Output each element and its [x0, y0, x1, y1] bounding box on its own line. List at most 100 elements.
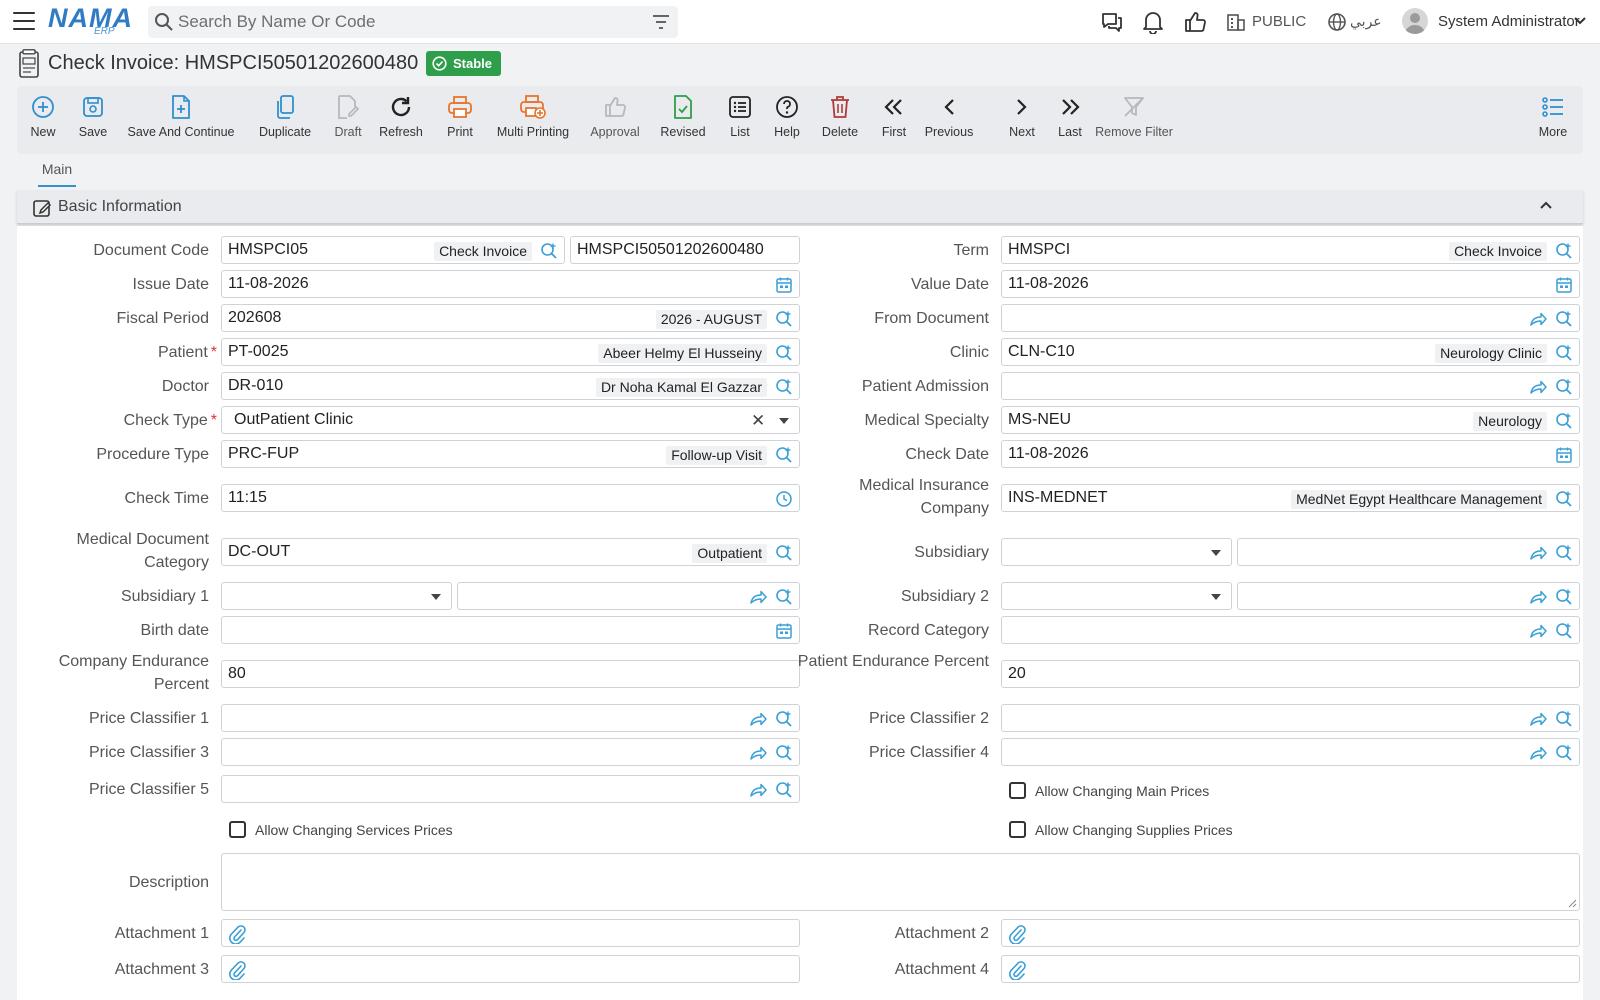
subsidiary-field[interactable] [1237, 538, 1580, 566]
procedure-type-field[interactable]: PRC-FUP Follow-up Visit [221, 440, 800, 468]
dropdown-caret-icon[interactable] [1211, 594, 1221, 600]
from-document-field[interactable] [1001, 304, 1580, 332]
basic-information-section-header[interactable]: Basic Information [17, 190, 1583, 224]
language-switch-label[interactable]: عربي [1350, 13, 1382, 30]
allow-changing-main-prices-checkbox-box[interactable] [1009, 782, 1026, 799]
share-arrow-icon[interactable] [1529, 378, 1547, 396]
search-plus-icon[interactable] [775, 781, 793, 799]
document-code-field[interactable]: HMSPCI05 Check Invoice [221, 236, 565, 264]
check-date-field[interactable]: 11-08-2026 [1001, 440, 1580, 468]
dropdown-caret-icon[interactable] [431, 594, 441, 600]
subsidiary-2-type-select[interactable] [1001, 582, 1232, 610]
price-classifier-3-field[interactable] [221, 738, 800, 766]
allow-changing-services-prices-checkbox[interactable]: Allow Changing Services Prices [229, 821, 453, 838]
dropdown-caret-icon[interactable] [1211, 550, 1221, 556]
last-record-button[interactable]: Last [1055, 92, 1085, 148]
print-button[interactable]: Print [445, 92, 475, 148]
allow-changing-supplies-prices-checkbox-box[interactable] [1009, 821, 1026, 838]
share-arrow-icon[interactable] [1529, 310, 1547, 328]
clinic-field[interactable]: CLN-C10 Neurology Clinic [1001, 338, 1580, 366]
user-menu-chevron-icon[interactable] [1573, 16, 1587, 26]
search-plus-icon[interactable] [1555, 744, 1573, 762]
search-plus-icon[interactable] [1555, 622, 1573, 640]
duplicate-button[interactable]: Duplicate [257, 92, 313, 148]
search-plus-icon[interactable] [1555, 310, 1573, 328]
search-plus-icon[interactable] [1555, 710, 1573, 728]
patient-field[interactable]: PT-0025 Abeer Helmy El Husseiny [221, 338, 800, 366]
subsidiary-1-type-select[interactable] [221, 582, 452, 610]
share-arrow-icon[interactable] [749, 710, 767, 728]
tab-main[interactable]: Main [38, 161, 76, 187]
fiscal-period-field[interactable]: 202608 2026 - AUGUST [221, 304, 800, 332]
dropdown-caret-icon[interactable] [779, 418, 789, 424]
attachment-1-field[interactable] [221, 919, 800, 947]
document-number-field[interactable]: HMSPCI50501202600480 [570, 236, 800, 264]
bell-icon[interactable] [1142, 10, 1164, 34]
search-plus-icon[interactable] [540, 242, 558, 260]
share-arrow-icon[interactable] [1529, 588, 1547, 606]
search-plus-icon[interactable] [1555, 378, 1573, 396]
share-arrow-icon[interactable] [1529, 622, 1547, 640]
help-button[interactable]: Help [773, 92, 801, 148]
allow-changing-supplies-prices-checkbox[interactable]: Allow Changing Supplies Prices [1009, 821, 1233, 838]
price-classifier-4-field[interactable] [1001, 738, 1580, 766]
paperclip-icon[interactable] [1008, 924, 1026, 945]
share-arrow-icon[interactable] [1529, 710, 1547, 728]
subsidiary-1-field[interactable] [457, 582, 800, 610]
share-arrow-icon[interactable] [749, 781, 767, 799]
thumbs-up-icon[interactable] [1183, 10, 1207, 34]
attachment-4-field[interactable] [1001, 955, 1580, 983]
share-arrow-icon[interactable] [749, 744, 767, 762]
chat-icon[interactable] [1100, 10, 1124, 34]
user-avatar-icon[interactable] [1402, 8, 1428, 34]
allow-changing-services-prices-checkbox-box[interactable] [229, 821, 246, 838]
patient-endurance-percent-field[interactable]: 20 [1001, 660, 1580, 688]
refresh-button[interactable]: Refresh [379, 92, 423, 148]
record-category-field[interactable] [1001, 616, 1580, 644]
check-time-field[interactable]: 11:15 [221, 484, 800, 512]
search-plus-icon[interactable] [1555, 490, 1573, 508]
description-textarea[interactable] [221, 853, 1580, 911]
globe-icon[interactable] [1327, 12, 1347, 32]
user-name[interactable]: System Administrator [1438, 13, 1580, 30]
filter-icon[interactable] [652, 14, 670, 30]
attachment-2-field[interactable] [1001, 919, 1580, 947]
delete-button[interactable]: Delete [821, 92, 859, 148]
medical-specialty-field[interactable]: MS-NEU Neurology [1001, 406, 1580, 434]
issue-date-field[interactable]: 11-08-2026 [221, 270, 800, 298]
building-icon[interactable] [1226, 12, 1246, 32]
draft-button[interactable]: Draft [331, 92, 365, 148]
search-plus-icon[interactable] [1555, 588, 1573, 606]
search-plus-icon[interactable] [1555, 242, 1573, 260]
price-classifier-5-field[interactable] [221, 775, 800, 803]
share-arrow-icon[interactable] [749, 588, 767, 606]
check-type-select[interactable]: OutPatient Clinic ✕ [221, 406, 800, 434]
paperclip-icon[interactable] [228, 960, 246, 981]
allow-changing-main-prices-checkbox[interactable]: Allow Changing Main Prices [1009, 782, 1209, 799]
company-endurance-percent-field[interactable]: 80 [221, 660, 800, 688]
medical-insurance-company-field[interactable]: INS-MEDNET MedNet Egypt Healthcare Manage… [1001, 484, 1580, 512]
new-button[interactable]: New [27, 92, 59, 148]
remove-filter-button[interactable]: Remove Filter [1093, 92, 1175, 148]
term-field[interactable]: HMSPCI Check Invoice [1001, 236, 1580, 264]
subsidiary-type-select[interactable] [1001, 538, 1232, 566]
patient-admission-field[interactable] [1001, 372, 1580, 400]
list-button[interactable]: List [727, 92, 753, 148]
attachment-3-field[interactable] [221, 955, 800, 983]
save-button[interactable]: Save [77, 92, 109, 148]
clear-icon[interactable]: ✕ [751, 411, 765, 431]
price-classifier-1-field[interactable] [221, 704, 800, 732]
next-record-button[interactable]: Next [1007, 92, 1037, 148]
share-arrow-icon[interactable] [1529, 544, 1547, 562]
paperclip-icon[interactable] [1008, 960, 1026, 981]
search-input[interactable] [178, 10, 628, 34]
hamburger-menu-icon[interactable] [13, 12, 35, 30]
price-classifier-2-field[interactable] [1001, 704, 1580, 732]
share-arrow-icon[interactable] [1529, 744, 1547, 762]
save-and-continue-button[interactable]: Save And Continue [127, 92, 235, 148]
value-date-field[interactable]: 11-08-2026 [1001, 270, 1580, 298]
subsidiary-2-field[interactable] [1237, 582, 1580, 610]
previous-record-button[interactable]: Previous [925, 92, 973, 148]
more-button[interactable]: More [1537, 92, 1569, 148]
paperclip-icon[interactable] [228, 924, 246, 945]
